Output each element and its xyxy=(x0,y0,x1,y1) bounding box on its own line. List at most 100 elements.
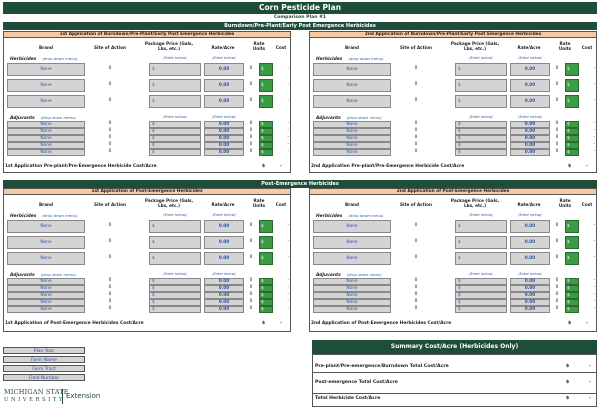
rate-units-select[interactable]: $ xyxy=(259,285,273,292)
package-price-input[interactable]: $ xyxy=(455,128,507,135)
rate-units-select[interactable]: $ xyxy=(259,252,273,265)
brand-select[interactable]: None xyxy=(313,292,391,299)
package-price-input[interactable]: $ xyxy=(455,79,507,92)
rate-input[interactable]: 0.00 xyxy=(204,292,244,299)
rate-input[interactable]: 0.00 xyxy=(510,135,550,142)
package-price-input[interactable]: $ xyxy=(455,95,507,108)
package-price-input[interactable]: $ xyxy=(149,306,201,313)
package-price-input[interactable]: $ xyxy=(149,135,201,142)
package-price-input[interactable]: $ xyxy=(149,292,201,299)
rate-units-select[interactable]: $ xyxy=(259,306,273,313)
rate-units-select[interactable]: $ xyxy=(259,142,273,149)
brand-select[interactable]: None xyxy=(7,121,85,128)
brand-select[interactable]: None xyxy=(313,121,391,128)
brand-select[interactable]: None xyxy=(7,149,85,156)
rate-units-select[interactable]: $ xyxy=(565,95,579,108)
brand-select[interactable]: None xyxy=(313,252,391,265)
package-price-input[interactable]: $ xyxy=(455,252,507,265)
rate-units-select[interactable]: $ xyxy=(565,79,579,92)
brand-select[interactable]: None xyxy=(7,142,85,149)
rate-input[interactable]: 0.00 xyxy=(510,95,550,108)
rate-input[interactable]: 0.00 xyxy=(204,252,244,265)
rate-units-select[interactable]: $ xyxy=(259,79,273,92)
package-price-input[interactable]: $ xyxy=(455,63,507,76)
brand-select[interactable]: None xyxy=(313,135,391,142)
rate-units-select[interactable]: $ xyxy=(565,252,579,265)
package-price-input[interactable]: $ xyxy=(149,121,201,128)
brand-select[interactable]: None xyxy=(313,285,391,292)
rate-units-select[interactable]: $ xyxy=(259,299,273,306)
brand-select[interactable]: None xyxy=(7,306,85,313)
rate-units-select[interactable]: $ xyxy=(259,95,273,108)
rate-units-select[interactable]: $ xyxy=(259,149,273,156)
rate-units-select[interactable]: $ xyxy=(259,220,273,233)
rate-input[interactable]: 0.00 xyxy=(204,142,244,149)
brand-select[interactable]: None xyxy=(313,278,391,285)
rate-input[interactable]: 0.00 xyxy=(204,135,244,142)
package-price-input[interactable]: $ xyxy=(149,79,201,92)
package-price-input[interactable]: $ xyxy=(455,278,507,285)
brand-select[interactable]: None xyxy=(7,220,85,233)
rate-input[interactable]: 0.00 xyxy=(510,63,550,76)
rate-input[interactable]: 0.00 xyxy=(204,236,244,249)
rate-units-select[interactable]: $ xyxy=(565,149,579,156)
package-price-input[interactable]: $ xyxy=(455,149,507,156)
rate-input[interactable]: 0.00 xyxy=(510,79,550,92)
brand-select[interactable]: None xyxy=(313,306,391,313)
brand-select[interactable]: None xyxy=(7,95,85,108)
rate-units-select[interactable]: $ xyxy=(259,63,273,76)
package-price-input[interactable]: $ xyxy=(149,142,201,149)
rate-input[interactable]: 0.00 xyxy=(510,278,550,285)
farm-tract-field[interactable]: Farm Tract xyxy=(3,365,85,372)
brand-select[interactable]: None xyxy=(7,299,85,306)
rate-units-select[interactable]: $ xyxy=(565,292,579,299)
package-price-input[interactable]: $ xyxy=(149,252,201,265)
package-price-input[interactable]: $ xyxy=(455,299,507,306)
package-price-input[interactable]: $ xyxy=(455,236,507,249)
package-price-input[interactable]: $ xyxy=(149,236,201,249)
package-price-input[interactable]: $ xyxy=(455,285,507,292)
brand-select[interactable]: None xyxy=(7,128,85,135)
brand-select[interactable]: None xyxy=(313,63,391,76)
brand-select[interactable]: None xyxy=(7,285,85,292)
rate-input[interactable]: 0.00 xyxy=(204,121,244,128)
brand-select[interactable]: None xyxy=(7,252,85,265)
package-price-input[interactable]: $ xyxy=(149,285,201,292)
rate-input[interactable]: 0.00 xyxy=(204,278,244,285)
rate-input[interactable]: 0.00 xyxy=(204,306,244,313)
rate-input[interactable]: 0.00 xyxy=(510,142,550,149)
rate-input[interactable]: 0.00 xyxy=(510,252,550,265)
rate-input[interactable]: 0.00 xyxy=(204,79,244,92)
brand-select[interactable]: None xyxy=(313,236,391,249)
rate-input[interactable]: 0.00 xyxy=(510,292,550,299)
rate-units-select[interactable]: $ xyxy=(259,121,273,128)
package-price-input[interactable]: $ xyxy=(149,299,201,306)
rate-units-select[interactable]: $ xyxy=(259,236,273,249)
brand-select[interactable]: None xyxy=(7,292,85,299)
package-price-input[interactable]: $ xyxy=(455,135,507,142)
rate-units-select[interactable]: $ xyxy=(259,278,273,285)
package-price-input[interactable]: $ xyxy=(455,121,507,128)
package-price-input[interactable]: $ xyxy=(455,220,507,233)
rate-units-select[interactable]: $ xyxy=(565,135,579,142)
rate-units-select[interactable]: $ xyxy=(259,135,273,142)
rate-input[interactable]: 0.00 xyxy=(204,285,244,292)
package-price-input[interactable]: $ xyxy=(455,142,507,149)
package-price-input[interactable]: $ xyxy=(149,278,201,285)
rate-input[interactable]: 0.00 xyxy=(510,236,550,249)
brand-select[interactable]: None xyxy=(313,149,391,156)
package-price-input[interactable]: $ xyxy=(149,149,201,156)
package-price-input[interactable]: $ xyxy=(149,128,201,135)
rate-input[interactable]: 0.00 xyxy=(510,128,550,135)
rate-units-select[interactable]: $ xyxy=(259,292,273,299)
field-number-field[interactable]: Field Number xyxy=(3,374,85,381)
brand-select[interactable]: None xyxy=(7,135,85,142)
farm-name-field[interactable]: Farm Name xyxy=(3,356,85,363)
rate-units-select[interactable]: $ xyxy=(259,128,273,135)
brand-select[interactable]: None xyxy=(7,63,85,76)
rate-units-select[interactable]: $ xyxy=(565,236,579,249)
rate-input[interactable]: 0.00 xyxy=(510,220,550,233)
package-price-input[interactable]: $ xyxy=(455,292,507,299)
rate-units-select[interactable]: $ xyxy=(565,128,579,135)
rate-input[interactable]: 0.00 xyxy=(510,149,550,156)
